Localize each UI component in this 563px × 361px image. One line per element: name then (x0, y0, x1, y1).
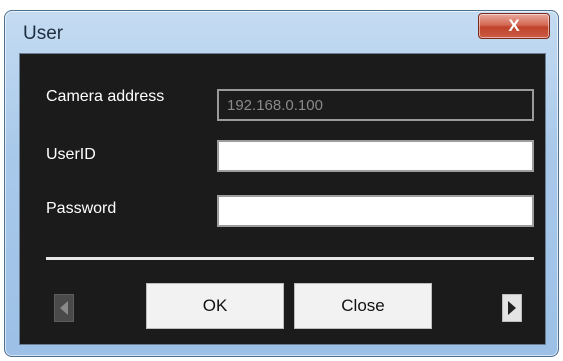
next-button[interactable] (502, 294, 522, 322)
password-label: Password (46, 200, 117, 217)
user-id-label: UserID (46, 146, 96, 163)
user-dialog: User X Camera address UserID Password OK… (4, 10, 559, 357)
close-button[interactable]: Close (294, 283, 432, 329)
ok-button[interactable]: OK (146, 283, 284, 329)
user-id-field[interactable] (217, 140, 534, 172)
camera-address-field (217, 89, 534, 121)
window-close-button[interactable]: X (478, 13, 550, 39)
previous-button[interactable] (54, 294, 74, 322)
arrow-right-icon (508, 301, 516, 315)
x-icon: X (508, 16, 520, 35)
window-title: User (23, 23, 64, 44)
dialog-body: Camera address UserID Password OK Close (19, 53, 546, 345)
arrow-left-icon (60, 301, 68, 315)
password-field[interactable] (217, 195, 534, 227)
camera-address-label: Camera address (46, 88, 165, 105)
separator (46, 257, 534, 260)
